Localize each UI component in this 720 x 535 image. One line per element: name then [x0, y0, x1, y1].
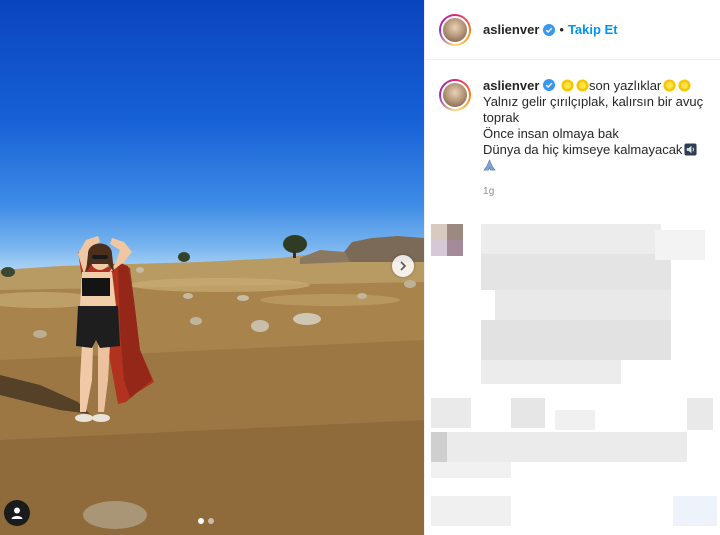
carousel-dot: [208, 518, 214, 524]
avatar[interactable]: [439, 13, 471, 46]
next-photo-button[interactable]: [392, 255, 414, 277]
landscape-image: [0, 235, 424, 535]
post-timestamp[interactable]: 1g: [483, 184, 706, 200]
caption-line: Önce insan olmaya bak: [483, 126, 619, 141]
pray-emoji-icon: [483, 159, 496, 171]
sun-emoji-icon: [663, 79, 676, 92]
caption-title: son yazlıklar: [589, 78, 662, 93]
chevron-right-icon: [400, 261, 407, 271]
speaker-emoji-icon: [684, 143, 697, 156]
separator-dot: •: [559, 22, 564, 37]
post-caption: aslienver son yazlıklar Yalnız gelir çır…: [425, 60, 720, 200]
verified-badge-icon: [543, 23, 556, 36]
carousel-indicator: [198, 518, 214, 524]
caption-body: aslienver son yazlıklar Yalnız gelir çır…: [483, 78, 706, 200]
caption-line: Dünya da hiç kimseye kalmayacak: [483, 142, 683, 157]
carousel-dot-active: [198, 518, 204, 524]
sun-emoji-icon: [678, 79, 691, 92]
user-tag-icon: [11, 507, 23, 519]
tagged-users-button[interactable]: [4, 500, 30, 526]
sun-emoji-icon: [561, 79, 574, 92]
caption-username[interactable]: aslienver: [483, 78, 539, 93]
post-header: aslienver • Takip Et: [425, 0, 720, 60]
follow-button[interactable]: Takip Et: [568, 22, 618, 37]
censored-comments-area: [425, 220, 720, 535]
verified-badge-icon: [543, 79, 556, 91]
header-username[interactable]: aslienver: [483, 22, 539, 37]
caption-avatar[interactable]: [439, 79, 471, 111]
post-photo[interactable]: [0, 0, 424, 535]
sun-emoji-icon: [576, 79, 589, 92]
post-details-panel: aslienver • Takip Et aslienver son yazlı…: [424, 0, 720, 535]
caption-line: Yalnız gelir çırılçıplak, kalırsın bir a…: [483, 94, 704, 125]
